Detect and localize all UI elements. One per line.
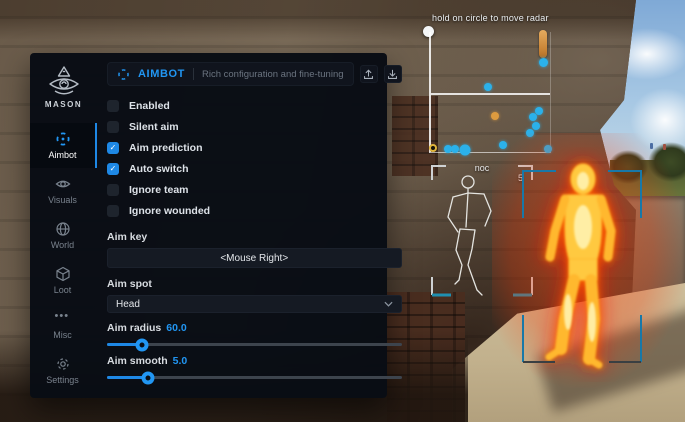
- chevron-down-icon: [384, 301, 393, 307]
- download-icon: [387, 69, 398, 80]
- sidebar-item-misc[interactable]: ••• Misc: [30, 303, 97, 348]
- sidebar-item-label: Settings: [46, 375, 79, 385]
- sidebar-item-label: Aimbot: [48, 150, 76, 160]
- checkbox-ignore-wounded[interactable]: ✓ Ignore wounded: [107, 200, 402, 221]
- checkbox-enabled[interactable]: ✓ Enabled: [107, 95, 402, 116]
- item-marker: [539, 30, 547, 58]
- checkbox-label: Aim prediction: [129, 142, 203, 154]
- aim-radius-slider[interactable]: [107, 343, 402, 346]
- mason-eye-logo-icon: [46, 65, 82, 97]
- aim-spot-select[interactable]: Head: [107, 295, 402, 313]
- aim-smooth-label: Aim smooth: [107, 355, 168, 367]
- checkbox-box[interactable]: ✓: [107, 121, 119, 133]
- export-config-button[interactable]: [360, 65, 378, 83]
- crosshair-icon: [55, 131, 71, 147]
- sidebar-item-label: Visuals: [48, 195, 77, 205]
- radar-hint-text: hold on circle to move radar: [432, 13, 549, 23]
- checkbox-label: Ignore wounded: [129, 205, 210, 217]
- upload-icon: [363, 69, 374, 80]
- gear-icon: [55, 356, 71, 372]
- brand-logo: MASON: [30, 61, 97, 123]
- cheat-menu-panel: MASON Aimbot Visuals: [30, 53, 387, 398]
- checkbox-label: Ignore team: [129, 184, 189, 196]
- checkbox-label: Auto switch: [129, 163, 189, 175]
- tab-title: AIMBOT: [138, 68, 185, 80]
- sidebar-item-loot[interactable]: Loot: [30, 258, 97, 303]
- checkbox-box[interactable]: ✓: [107, 142, 119, 154]
- checkbox-auto-switch[interactable]: ✓ Auto switch: [107, 158, 402, 179]
- cube-icon: [55, 266, 71, 282]
- ellipsis-icon: •••: [55, 311, 71, 327]
- checkbox-label: Enabled: [129, 100, 170, 112]
- checkbox-silent-aim[interactable]: ✓ Silent aim: [107, 116, 402, 137]
- slider-thumb[interactable]: [142, 371, 155, 384]
- eye-icon: [55, 176, 71, 192]
- checkbox-aim-prediction[interactable]: ✓ Aim prediction: [107, 137, 402, 158]
- globe-icon: [55, 221, 71, 237]
- aim-spot-label: Aim spot: [107, 278, 402, 290]
- tab-header-bar: AIMBOT Rich configuration and fine-tunin…: [107, 62, 354, 86]
- radar-dot-local: [491, 112, 499, 120]
- aimbot-tab-content: AIMBOT Rich configuration and fine-tunin…: [97, 53, 414, 398]
- aim-radius-row: Aim radius 60.0: [107, 322, 402, 346]
- checkbox-box[interactable]: ✓: [107, 184, 119, 196]
- checkbox-label: Silent aim: [129, 121, 179, 133]
- radar-dot-enemy: [484, 83, 492, 91]
- aim-key-label: Aim key: [107, 231, 402, 243]
- aim-smooth-value: 5.0: [173, 355, 188, 367]
- sidebar: MASON Aimbot Visuals: [30, 53, 97, 398]
- game-screen: hold on circle to move radar noc 5: [0, 0, 685, 422]
- sidebar-item-world[interactable]: World: [30, 213, 97, 258]
- radar-dot-enemy: [532, 122, 540, 130]
- aim-key-bind-button[interactable]: <Mouse Right>: [107, 248, 402, 268]
- radar-axis-line: [431, 93, 550, 95]
- radar-dot-enemy: [529, 113, 537, 121]
- radar-dot-marked: [429, 144, 437, 152]
- sidebar-item-label: Loot: [54, 285, 72, 295]
- slider-thumb[interactable]: [136, 338, 149, 351]
- checkbox-box[interactable]: ✓: [107, 163, 119, 175]
- import-config-button[interactable]: [384, 65, 402, 83]
- aimbot-target-icon: [117, 68, 130, 81]
- sidebar-item-aimbot[interactable]: Aimbot: [30, 123, 97, 168]
- esp-corner-box: [522, 170, 642, 364]
- checkbox-ignore-team[interactable]: ✓ Ignore team: [107, 179, 402, 200]
- header-divider: [193, 68, 194, 80]
- sidebar-item-label: Misc: [53, 330, 72, 340]
- aim-spot-value: Head: [116, 299, 140, 310]
- radar-dot-enemy: [460, 145, 471, 156]
- checkbox-box[interactable]: ✓: [107, 205, 119, 217]
- aim-radius-label: Aim radius: [107, 322, 161, 334]
- aim-smooth-slider[interactable]: [107, 376, 402, 379]
- brand-name: MASON: [45, 100, 82, 109]
- radar-dot-enemy: [451, 145, 459, 153]
- sidebar-item-settings[interactable]: Settings: [30, 348, 97, 393]
- checkbox-box[interactable]: ✓: [107, 100, 119, 112]
- aim-radius-value: 60.0: [166, 322, 186, 334]
- sidebar-item-label: World: [51, 240, 74, 250]
- item-dot: [539, 58, 548, 67]
- tab-subtitle: Rich configuration and fine-tuning: [202, 69, 344, 80]
- sidebar-item-visuals[interactable]: Visuals: [30, 168, 97, 213]
- aim-smooth-row: Aim smooth 5.0: [107, 355, 402, 379]
